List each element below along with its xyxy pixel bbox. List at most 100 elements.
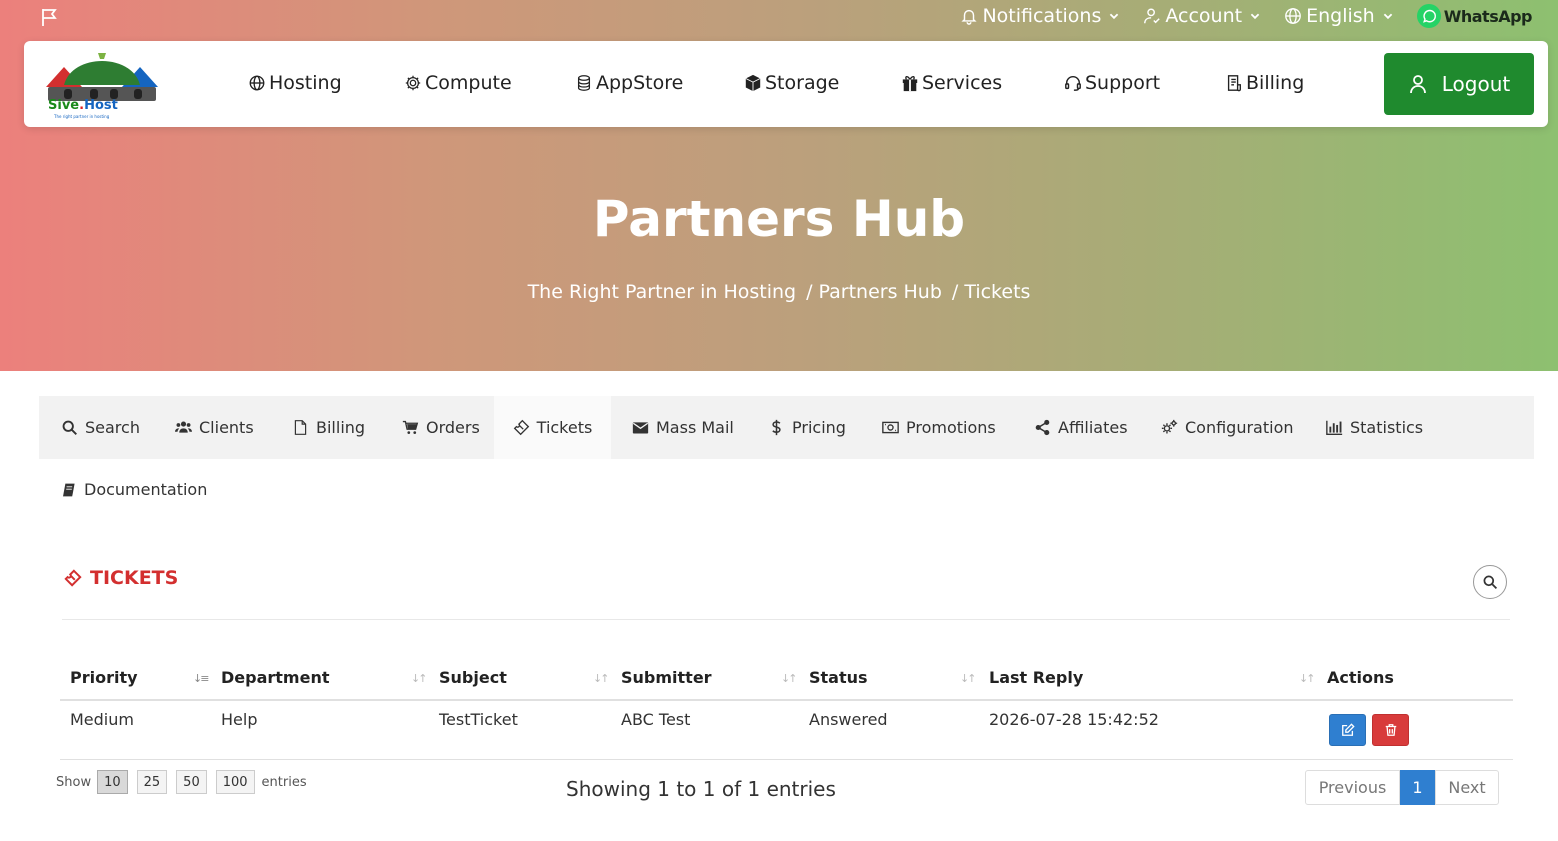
nav-billing[interactable]: Billing	[1225, 72, 1304, 94]
nav-storage-label: Storage	[765, 72, 840, 94]
tab-statistics[interactable]: Statistics	[1326, 396, 1423, 459]
account-menu[interactable]: Account	[1143, 5, 1264, 27]
breadcrumb-partners-hub[interactable]: Partners Hub	[819, 281, 942, 303]
sort-icon[interactable]: ↓↑	[593, 672, 610, 685]
tab-affiliates[interactable]: Affiliates	[1034, 396, 1128, 459]
length-option-50[interactable]: 50	[176, 770, 207, 794]
header-submitter[interactable]: Submitter	[621, 668, 712, 687]
nav-hosting[interactable]: Hosting	[248, 72, 342, 94]
money-icon	[882, 421, 899, 434]
header-subject[interactable]: Subject	[439, 668, 507, 687]
tab-configuration-label: Configuration	[1185, 418, 1294, 437]
language-menu[interactable]: English	[1284, 5, 1397, 27]
sort-icon[interactable]: ↓↑	[781, 672, 798, 685]
cell-department: Help	[221, 710, 258, 729]
dollar-icon	[772, 419, 781, 436]
delete-button[interactable]	[1372, 714, 1409, 746]
header-department[interactable]: Department	[221, 668, 329, 687]
length-option-10[interactable]: 10	[97, 770, 128, 794]
breadcrumb: The Right Partner in Hosting / Partners Hu…	[527, 281, 1031, 303]
nav-hosting-label: Hosting	[269, 72, 342, 94]
length-option-100[interactable]: 100	[215, 770, 255, 794]
edit-button[interactable]	[1329, 714, 1366, 746]
table-search-button[interactable]	[1473, 565, 1507, 599]
cart-icon	[402, 420, 419, 434]
show-label: Show	[56, 774, 92, 790]
chevron-down-icon	[1110, 13, 1119, 20]
bar-chart-icon	[1326, 420, 1343, 435]
ticket-icon	[513, 419, 529, 436]
whatsapp-label: WhatsApp	[1443, 6, 1533, 26]
nav-compute[interactable]: Compute	[404, 72, 512, 94]
logo-text: Sive.Host	[48, 98, 118, 113]
nav-services[interactable]: Services	[901, 72, 1002, 94]
tab-tickets[interactable]: Tickets	[494, 396, 611, 459]
notifications-label: Notifications	[982, 5, 1102, 27]
next-page-button[interactable]: Next	[1435, 770, 1499, 805]
database-icon	[577, 75, 591, 91]
edit-icon	[1341, 723, 1355, 736]
logo-name-part2: Host	[84, 98, 118, 113]
header-status[interactable]: Status	[809, 668, 868, 687]
nav-appstore[interactable]: AppStore	[575, 72, 683, 94]
notifications-menu[interactable]: Notifications	[960, 5, 1123, 27]
share-icon	[1035, 419, 1050, 436]
table-header: Priority ↓≡ Department ↓↑ Subject ↓↑ Sub…	[60, 656, 1513, 701]
length-option-25[interactable]: 25	[136, 770, 168, 794]
tab-search-label: Search	[85, 418, 140, 437]
logout-label: Logout	[1441, 72, 1511, 96]
nav-support[interactable]: Support	[1064, 72, 1160, 94]
chevron-down-icon	[1250, 13, 1260, 20]
tab-pricing[interactable]: Pricing	[768, 396, 846, 459]
tab-clients[interactable]: Clients	[175, 396, 254, 459]
users-icon	[175, 421, 192, 433]
chevron-down-icon	[1383, 13, 1392, 20]
breadcrumb-tickets: Tickets	[964, 281, 1031, 303]
tab-configuration[interactable]: Configuration	[1161, 396, 1294, 459]
main-navbar: Sive.Host The right partner in hosting H…	[24, 41, 1548, 127]
sort-icon[interactable]: ↓↑	[1299, 672, 1316, 685]
page-title: Partners Hub	[592, 190, 966, 248]
tab-promotions-label: Promotions	[906, 418, 996, 437]
tab-billing-label: Billing	[316, 418, 366, 437]
gear-icon	[405, 75, 421, 91]
cell-subject[interactable]: TestTicket	[439, 710, 518, 729]
tab-mass-mail[interactable]: Mass Mail	[632, 396, 734, 459]
top-bar: Notifications Account English WhatsApp	[0, 0, 1558, 38]
length-menu: Show 10 25 50 100 entries	[56, 770, 307, 794]
tab-mass-mail-label: Mass Mail	[656, 418, 734, 437]
flag-icon[interactable]	[40, 7, 60, 27]
trash-icon	[1385, 724, 1396, 736]
file-icon	[294, 420, 307, 435]
logo-tagline: The right partner in hosting	[54, 114, 110, 119]
nav-support-label: Support	[1085, 72, 1161, 94]
tab-orders[interactable]: Orders	[402, 396, 480, 459]
sort-icon[interactable]: ↓≡	[193, 672, 210, 685]
logout-button[interactable]: Logout	[1384, 53, 1534, 115]
tab-promotions[interactable]: Promotions	[882, 396, 996, 459]
sort-icon[interactable]: ↓↑	[411, 672, 428, 685]
tab-search[interactable]: Search	[39, 396, 162, 459]
sort-icon[interactable]: ↓↑	[960, 672, 977, 685]
account-label: Account	[1165, 5, 1243, 27]
envelope-icon	[632, 422, 649, 434]
language-label: English	[1306, 5, 1375, 27]
previous-page-button[interactable]: Previous	[1305, 770, 1400, 805]
cell-submitter: ABC Test	[621, 710, 691, 729]
book-icon	[62, 483, 75, 496]
pagination: Previous 1 Next	[1305, 770, 1499, 805]
section-heading-label: TICKETS	[90, 567, 179, 589]
page-1-button[interactable]: 1	[1400, 770, 1435, 805]
nav-storage[interactable]: Storage	[744, 72, 839, 94]
breadcrumb-home[interactable]: The Right Partner in Hosting	[528, 281, 797, 303]
header-priority[interactable]: Priority	[70, 668, 138, 687]
nav-appstore-label: AppStore	[596, 72, 684, 94]
tab-billing[interactable]: Billing	[292, 396, 365, 459]
header-last-reply[interactable]: Last Reply	[989, 668, 1083, 687]
tab-clients-label: Clients	[199, 418, 254, 437]
cogs-icon	[1161, 419, 1178, 434]
tab-documentation[interactable]: Documentation	[61, 480, 207, 499]
table-row[interactable]: Medium Help TestTicket ABC Test Answered…	[60, 701, 1513, 760]
whatsapp-link[interactable]: WhatsApp	[1416, 4, 1533, 28]
tab-documentation-label: Documentation	[84, 480, 208, 499]
